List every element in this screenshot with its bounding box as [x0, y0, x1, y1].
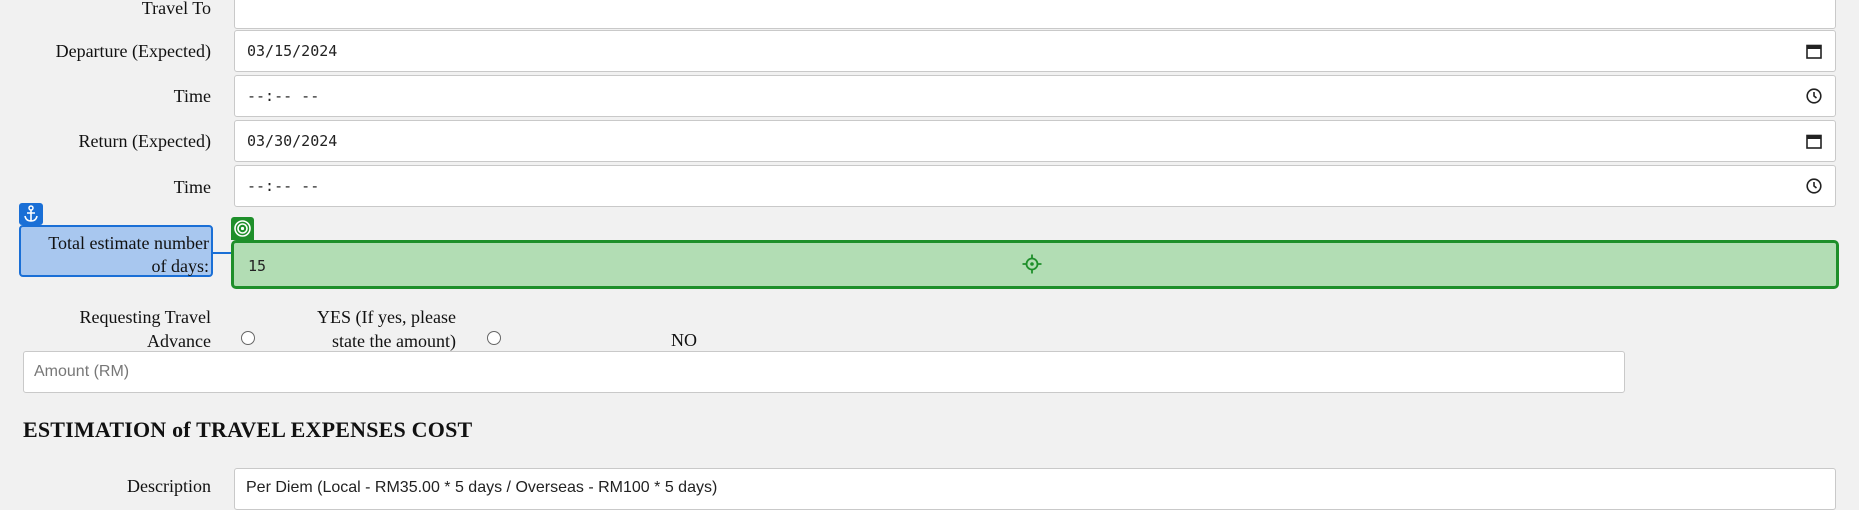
- amount-placeholder: Amount (RM): [34, 363, 130, 380]
- travel-to-input[interactable]: [234, 0, 1836, 29]
- crosshair-icon: [1022, 254, 1042, 274]
- return-label: Return (Expected): [78, 131, 211, 151]
- travel-advance-label-line2: Advance: [147, 331, 211, 351]
- target-badge: [231, 217, 254, 240]
- advance-yes-label-line2: state the amount): [332, 331, 456, 351]
- departure-time-value: --:-- --: [247, 87, 320, 105]
- section-title: ESTIMATION of TRAVEL EXPENSES COST: [23, 417, 473, 442]
- departure-date-input[interactable]: 03/15/2024: [234, 30, 1836, 72]
- total-days-label: Total estimate number of days:: [19, 225, 213, 277]
- travel-advance-label: Requesting Travel Advance: [79, 305, 211, 353]
- calendar-icon[interactable]: [1805, 132, 1823, 150]
- total-days-value: 15: [248, 257, 267, 275]
- total-days-label-line2: of days:: [151, 256, 210, 276]
- clock-icon[interactable]: [1805, 177, 1823, 195]
- anchor-icon: [24, 205, 38, 222]
- anchor-badge: [19, 203, 43, 225]
- travel-to-label: Travel To: [141, 0, 211, 18]
- advance-yes-radio[interactable]: [241, 331, 255, 345]
- return-date-input[interactable]: 03/30/2024: [234, 120, 1836, 162]
- total-days-label-line1: Total estimate number: [48, 233, 209, 253]
- departure-time-input[interactable]: --:-- --: [234, 75, 1836, 117]
- return-date-value: 03/30/2024: [247, 132, 338, 150]
- clock-icon[interactable]: [1805, 87, 1823, 105]
- calendar-icon[interactable]: [1805, 42, 1823, 60]
- return-time-input[interactable]: --:-- --: [234, 165, 1836, 207]
- advance-yes-label: YES (If yes, please state the amount): [317, 305, 456, 353]
- advance-no-label: NO: [671, 330, 697, 350]
- departure-date-value: 03/15/2024: [247, 42, 338, 60]
- description-input[interactable]: Per Diem (Local - RM35.00 * 5 days / Ove…: [234, 468, 1836, 510]
- return-time-value: --:-- --: [247, 177, 320, 195]
- departure-time-label: Time: [173, 86, 211, 106]
- travel-advance-label-line1: Requesting Travel: [79, 307, 211, 327]
- advance-no-radio[interactable]: [487, 331, 501, 345]
- amount-input[interactable]: Amount (RM): [23, 351, 1625, 393]
- return-time-label: Time: [173, 177, 211, 197]
- advance-yes-label-line1: YES (If yes, please: [317, 307, 456, 327]
- departure-label: Departure (Expected): [55, 41, 211, 61]
- description-value: Per Diem (Local - RM35.00 * 5 days / Ove…: [246, 479, 718, 496]
- target-icon: [234, 220, 251, 237]
